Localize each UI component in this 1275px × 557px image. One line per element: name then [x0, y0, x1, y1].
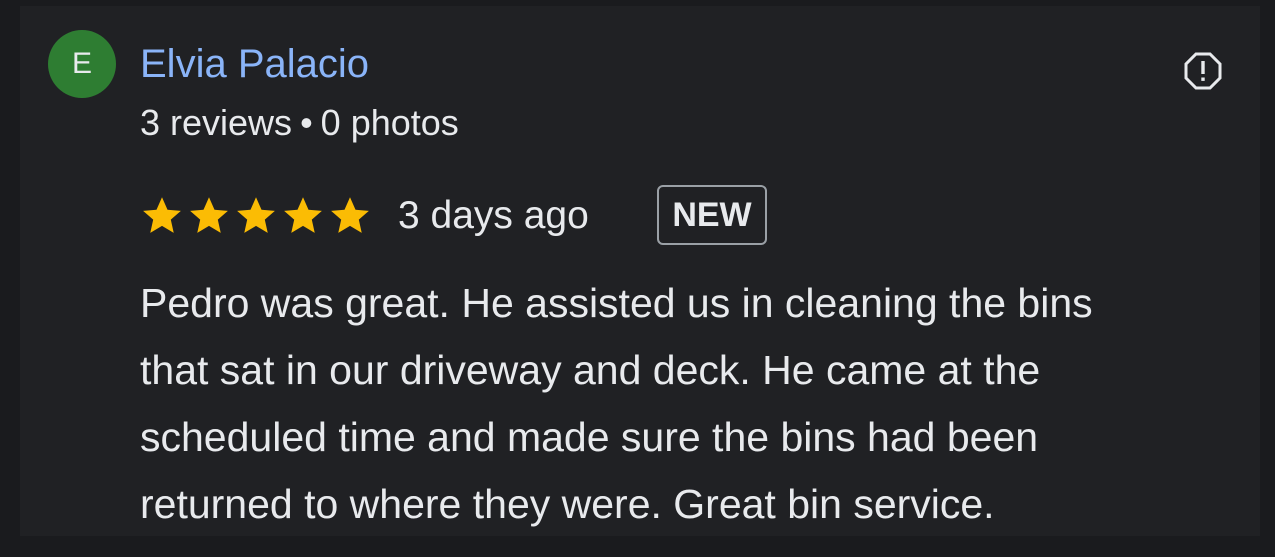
review-text-line: that sat in our driveway and deck. He ca… [140, 347, 1041, 393]
star-rating [140, 194, 372, 238]
reviewer-meta: 3 reviews • 0 photos [140, 101, 459, 145]
reviews-count: 3 reviews [140, 102, 293, 143]
star-icon [190, 197, 228, 233]
review-text-line: returned to where they were. Great bin s… [140, 481, 995, 527]
meta-separator: • [300, 102, 313, 143]
avatar[interactable]: E [48, 30, 116, 98]
review-text: Pedro was great. He assisted us in clean… [140, 270, 1255, 538]
photos-count: 0 photos [320, 102, 459, 143]
reviewer-name[interactable]: Elvia Palacio [140, 40, 369, 88]
star-icon [143, 197, 181, 233]
review-text-line: scheduled time and made sure the bins ha… [140, 414, 1039, 460]
review-text-line: Pedro was great. He assisted us in clean… [140, 280, 1093, 326]
star-icon [284, 197, 322, 233]
new-badge: NEW [657, 185, 767, 245]
star-icon [237, 197, 275, 233]
report-icon-graphic [1184, 52, 1222, 90]
review-date: 3 days ago [398, 194, 589, 237]
review-frame: E Elvia Palacio 3 reviews • 0 photos 3 day… [0, 0, 1275, 557]
star-icon [331, 197, 369, 233]
report-icon[interactable] [1183, 51, 1223, 91]
